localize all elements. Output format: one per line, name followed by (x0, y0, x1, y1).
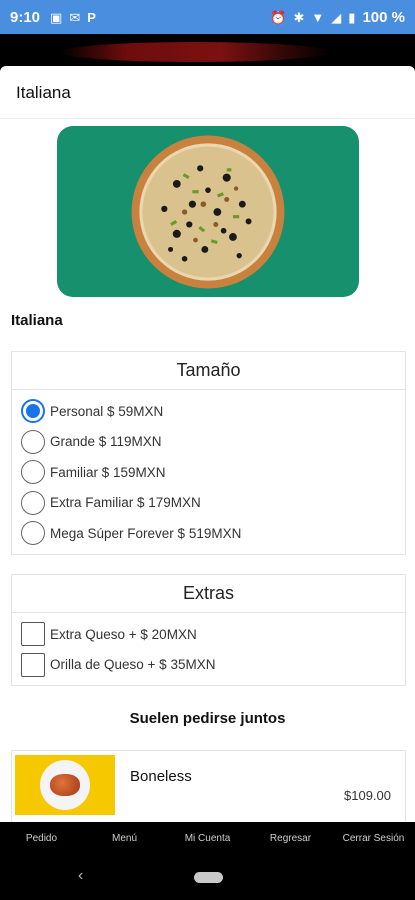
size-option-label: Extra Familiar $ 179MXN (50, 495, 201, 511)
size-option-label: Personal $ 59MXN (50, 403, 164, 419)
product-modal: Italiana Italiana Tamaño Personal $ 59MX… (0, 66, 415, 822)
modal-divider (0, 118, 415, 119)
status-left-icons: ▣ ✉ P (50, 11, 96, 24)
battery-level: 100 % (362, 8, 405, 26)
modal-title: Italiana (16, 83, 71, 102)
size-option-label: Mega Súper Forever $ 519MXN (50, 525, 242, 541)
signal-icon: ◢ (331, 9, 342, 25)
nav-menu[interactable]: Menú (83, 833, 166, 844)
related-item-name: Boneless (130, 768, 192, 785)
size-option-personal[interactable]: Personal $ 59MXN (12, 396, 405, 427)
nav-cerrar-sesion[interactable]: Cerrar Sesión (332, 833, 415, 844)
extras-options: Extra Queso + $ 20MXN Orilla de Queso + … (12, 613, 405, 680)
checkbox-icon[interactable] (21, 652, 45, 677)
related-item-card[interactable]: Boneless $109.00 (11, 750, 406, 822)
brand-swoosh (60, 42, 330, 62)
size-options: Personal $ 59MXN Grande $ 119MXN Familia… (12, 390, 405, 549)
size-option-familiar[interactable]: Familiar $ 159MXN (12, 457, 405, 488)
related-item-price: $109.00 (344, 788, 391, 803)
extra-option-queso[interactable]: Extra Queso + $ 20MXN (12, 619, 405, 650)
pizza-image (131, 135, 285, 288)
bluetooth-icon: ✱ (293, 9, 305, 25)
product-name: Italiana (11, 312, 63, 329)
battery-icon: ▮ (348, 9, 356, 25)
back-chevron-icon[interactable]: ‹ (78, 867, 83, 885)
plate-icon (40, 760, 90, 810)
status-time: 9:10 (10, 8, 41, 26)
extra-option-label: Orilla de Queso + $ 35MXN (50, 657, 216, 673)
extras-card-title: Extras (12, 575, 405, 613)
mail-icon: ✉ (69, 9, 81, 25)
app-header (0, 34, 415, 66)
size-card-title: Tamaño (12, 352, 405, 390)
extra-option-label: Extra Queso + $ 20MXN (50, 626, 197, 642)
nav-pedido[interactable]: Pedido (0, 833, 83, 844)
size-option-extra-familiar[interactable]: Extra Familiar $ 179MXN (12, 488, 405, 519)
alarm-icon: ⏰ (270, 9, 287, 25)
bottom-nav: Pedido Menú Mi Cuenta Regresar Cerrar Se… (0, 822, 415, 854)
size-option-grande[interactable]: Grande $ 119MXN (12, 427, 405, 458)
status-bar: 9:10 ▣ ✉ P ⏰ ✱ ▼ ◢ ▮ 100 % (0, 0, 415, 34)
extra-option-orilla[interactable]: Orilla de Queso + $ 35MXN (12, 650, 405, 681)
size-option-label: Grande $ 119MXN (50, 434, 162, 450)
checkbox-icon[interactable] (21, 622, 45, 647)
radio-icon[interactable] (21, 490, 45, 515)
related-section-title: Suelen pedirse juntos (129, 710, 286, 727)
nav-regresar[interactable]: Regresar (249, 833, 332, 844)
radio-icon[interactable] (21, 521, 45, 546)
status-right: ⏰ ✱ ▼ ◢ ▮ 100 % (270, 9, 405, 26)
home-pill-icon[interactable] (194, 872, 223, 883)
nav-mi-cuenta[interactable]: Mi Cuenta (166, 833, 249, 844)
product-image (57, 126, 359, 297)
image-icon: ▣ (50, 9, 63, 25)
extras-card: Extras Extra Queso + $ 20MXN Orilla de Q… (11, 574, 406, 686)
radio-selected-icon[interactable] (21, 399, 45, 424)
radio-icon[interactable] (21, 460, 45, 485)
boneless-food-icon (50, 774, 80, 796)
size-card: Tamaño Personal $ 59MXN Grande $ 119MXN … (11, 351, 406, 555)
p-icon: P (87, 9, 96, 25)
system-nav-bar: ‹ (0, 854, 415, 900)
related-item-image (15, 755, 115, 815)
wifi-icon: ▼ (311, 9, 325, 25)
size-option-label: Familiar $ 159MXN (50, 464, 166, 480)
size-option-mega[interactable]: Mega Súper Forever $ 519MXN (12, 518, 405, 549)
radio-icon[interactable] (21, 429, 45, 454)
